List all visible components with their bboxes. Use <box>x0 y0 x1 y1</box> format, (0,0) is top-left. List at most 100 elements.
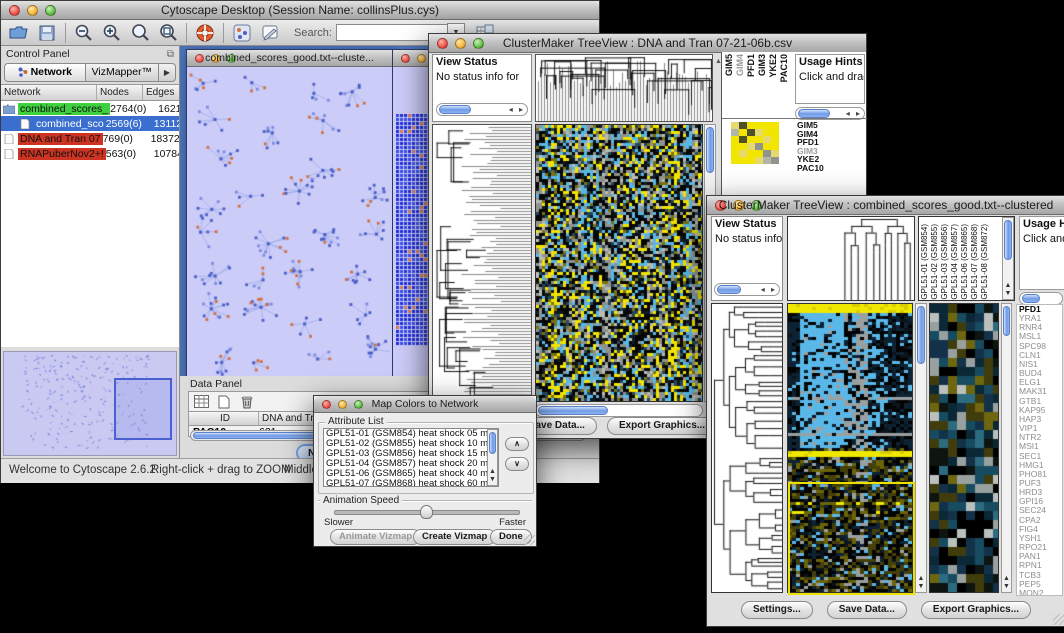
matrix-cell[interactable] <box>731 143 739 150</box>
network-tree-row[interactable]: combined_sco 2569(6) 13112(15) <box>1 116 179 131</box>
vscroll-arrows-icon[interactable]: ▲▼ <box>1003 282 1013 298</box>
matrix-cell[interactable] <box>763 136 771 143</box>
column-label[interactable]: GPL51-02 (GSM855) <box>930 224 940 300</box>
column-label[interactable]: GPL51-07 (GSM868) <box>970 224 980 300</box>
open-folder-icon[interactable] <box>5 22 33 44</box>
matrix-cell[interactable] <box>739 157 747 164</box>
tab-vizmapper[interactable]: VizMapper™ <box>86 63 159 82</box>
zoom-selected-icon[interactable] <box>154 22 182 44</box>
view-status-hscrollbar[interactable]: ◂ ▸ <box>714 283 780 296</box>
column-label[interactable]: GIM5 <box>724 54 735 76</box>
hscroll-thumb[interactable] <box>1022 294 1040 303</box>
column-label[interactable]: GPL51-03 (GSM856) <box>940 224 950 300</box>
heatmap-vscrollbar[interactable]: ▲▼ <box>915 303 927 593</box>
column-label[interactable]: GPL51-06 (GSM865) <box>960 224 970 300</box>
col-network[interactable]: Network <box>1 85 97 100</box>
zoom-out-icon[interactable] <box>70 22 98 44</box>
delete-attribute-icon[interactable] <box>237 393 257 410</box>
treeview2-titlebar[interactable]: ClusterMaker TreeView : combined_scores_… <box>707 196 1064 215</box>
treeview-action-button[interactable]: Save Data... <box>827 601 907 619</box>
resize-grip[interactable] <box>524 534 535 545</box>
matrix-cell[interactable] <box>739 122 747 129</box>
treeview1-titlebar[interactable]: ClusterMaker TreeView : DNA and Tran 07-… <box>429 34 866 53</box>
matrix-cell[interactable] <box>731 157 739 164</box>
move-up-button[interactable]: ∧ <box>505 437 529 451</box>
matrix-cell[interactable] <box>755 129 763 136</box>
column-label[interactable]: YKE2 <box>768 54 779 78</box>
matrix-cell[interactable] <box>731 129 739 136</box>
matrix-cell[interactable] <box>755 122 763 129</box>
hscroll-thumb[interactable] <box>717 285 741 294</box>
hscroll-arrows-icon[interactable]: ◂ ▸ <box>761 284 777 295</box>
column-dendrogram-canvas[interactable] <box>788 217 914 300</box>
column-label[interactable]: GPL51-08 (GSM872) <box>980 224 990 300</box>
col-nodes[interactable]: Nodes <box>97 85 143 100</box>
matrix-cell[interactable] <box>763 157 771 164</box>
matrix-cell[interactable] <box>747 157 755 164</box>
matrix-cell[interactable] <box>747 136 755 143</box>
matrix-cell[interactable] <box>747 143 755 150</box>
save-icon[interactable] <box>33 22 61 44</box>
matrix-cell[interactable] <box>739 136 747 143</box>
row-dendrogram-canvas[interactable] <box>433 125 531 401</box>
matrix-cell[interactable] <box>747 122 755 129</box>
help-lifering-icon[interactable] <box>191 22 219 44</box>
column-dendrogram-canvas[interactable] <box>536 55 712 121</box>
heatmap-hscrollbar[interactable] <box>535 404 703 417</box>
vscroll-thumb[interactable] <box>489 432 496 454</box>
annotation-icon[interactable] <box>256 22 284 44</box>
dialog-titlebar[interactable]: Map Colors to Network <box>314 396 536 413</box>
matrix-cell[interactable] <box>771 150 779 157</box>
column-label[interactable]: GIM3 <box>757 54 768 76</box>
column-label[interactable]: PAC10 <box>779 54 790 82</box>
matrix-row-label[interactable]: PAC10 <box>797 164 824 173</box>
matrix-cell[interactable] <box>747 150 755 157</box>
attribute-table-icon[interactable] <box>191 393 211 410</box>
matrix-cell[interactable] <box>731 150 739 157</box>
move-down-button[interactable]: ∨ <box>505 457 529 471</box>
network-tree-row[interactable]: RNAPuberNov2+! 563(0) 107847(0) <box>1 146 179 161</box>
tab-network[interactable]: Network <box>4 63 86 82</box>
matrix-cell[interactable] <box>755 150 763 157</box>
vizmapper-icon[interactable] <box>228 22 256 44</box>
network-view-titlebar[interactable]: combined_scores_good.txt--cluste... <box>187 50 392 67</box>
column-label[interactable]: PFD1 <box>746 54 757 77</box>
minimize-button[interactable] <box>417 54 426 63</box>
hscroll-thumb[interactable] <box>798 109 830 118</box>
view-status-hscrollbar[interactable]: ◂ ▸ <box>436 103 528 116</box>
gene-label[interactable]: MON2 <box>1019 589 1062 596</box>
column-labels-vscrollbar[interactable]: ▲▼ <box>1002 217 1014 300</box>
zoom-in-icon[interactable] <box>98 22 126 44</box>
matrix-cell[interactable] <box>763 129 771 136</box>
matrix-cell[interactable] <box>755 143 763 150</box>
new-attribute-icon[interactable] <box>214 393 234 410</box>
treeview-action-button[interactable]: Export Graphics... <box>921 601 1031 619</box>
attribute-item[interactable]: GPL51-07 (GSM868) heat shock 60 min <box>324 479 498 487</box>
attribute-listbox[interactable]: GPL51-01 (GSM854) heat shock 05 minGPL51… <box>323 428 499 487</box>
matrix-cell[interactable] <box>739 129 747 136</box>
birdseye-view[interactable] <box>3 351 177 456</box>
matrix-cell[interactable] <box>763 122 771 129</box>
matrix-cell[interactable] <box>731 122 739 129</box>
row-dendrogram-canvas[interactable] <box>712 304 782 592</box>
speed-slider-thumb[interactable] <box>420 505 433 519</box>
resize-grip[interactable] <box>1053 614 1064 625</box>
hscroll-arrows-icon[interactable]: ◂ ▸ <box>509 104 525 115</box>
birdseye-viewport-rect[interactable] <box>114 378 172 440</box>
data-col-id[interactable]: ID <box>189 412 259 425</box>
vscroll-arrows-icon[interactable]: ▲▼ <box>1002 575 1011 591</box>
matrix-cell[interactable] <box>771 157 779 164</box>
vscroll-arrows-icon[interactable]: ▲▼ <box>488 468 497 484</box>
column-label[interactable]: GPL51-04 (GSM857) <box>950 224 960 300</box>
attribute-list-vscrollbar[interactable]: ▲▼ <box>487 429 498 486</box>
vscroll-arrows-icon[interactable]: ▲▼ <box>916 575 926 591</box>
float-panel-icon[interactable]: ⧉ <box>167 49 174 60</box>
network-tree-row[interactable]: DNA and Tran 07 769(0) 183728(0) <box>1 131 179 146</box>
treeview-action-button[interactable]: Export Graphics... <box>607 417 717 435</box>
column-label[interactable]: GIM4 <box>735 54 746 76</box>
vscroll-thumb[interactable] <box>1004 220 1012 260</box>
treeview-action-button[interactable]: Settings... <box>741 601 813 619</box>
zoom-heatmap-canvas[interactable] <box>930 304 998 592</box>
vscroll-thumb[interactable] <box>1003 306 1010 336</box>
matrix-cell[interactable] <box>763 150 771 157</box>
